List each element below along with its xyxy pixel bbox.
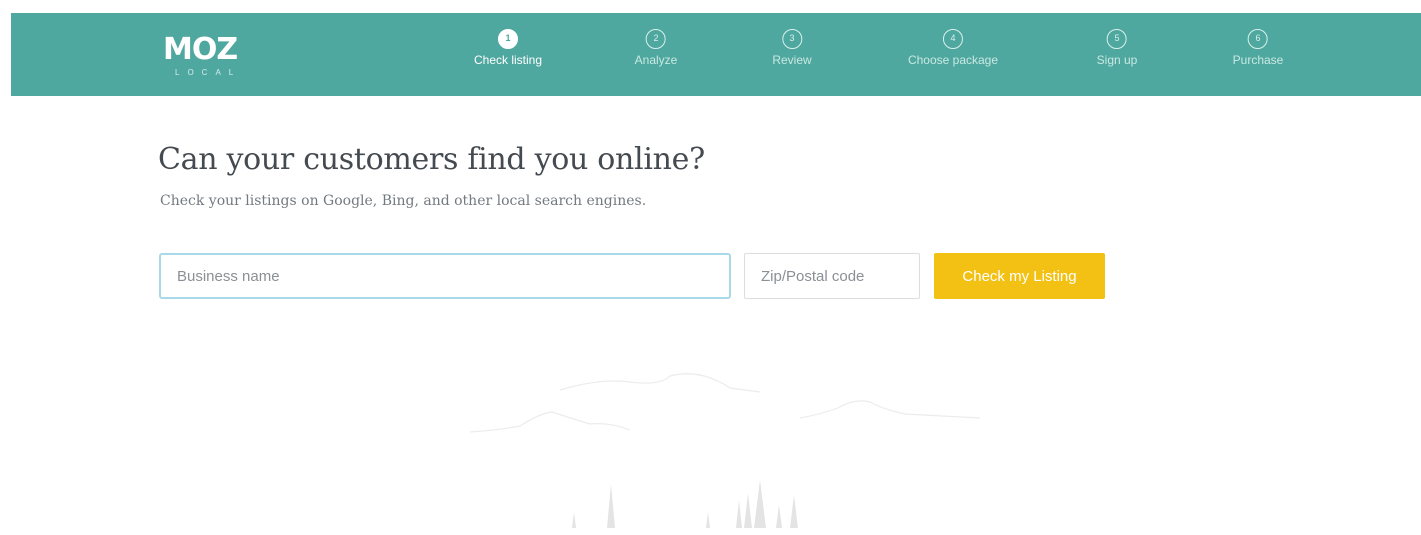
moz-local-logo[interactable]: MOZ LOCAL [163,35,263,81]
step-number-icon: 3 [781,29,802,49]
step-label: Analyze [634,53,678,67]
step-number-icon: 5 [1106,29,1127,49]
page-title: Can your customers find you online? [158,142,705,177]
step-choose-package[interactable]: 4 Choose package [908,29,998,67]
step-label: Purchase [1232,53,1284,67]
logo-brand: MOZ [163,32,238,67]
landscape-illustration [469,373,981,528]
step-number-icon: 4 [942,29,963,49]
step-sign-up[interactable]: 5 Sign up [1096,29,1138,67]
step-review[interactable]: 3 Review [772,29,812,67]
step-label: Check listing [473,53,543,67]
business-name-input[interactable] [159,253,731,299]
step-label: Choose package [907,53,999,67]
page-subtitle: Check your listings on Google, Bing, and… [160,193,647,209]
step-number-icon: 2 [645,29,666,49]
step-number-icon: 6 [1247,29,1268,49]
step-purchase[interactable]: 6 Purchase [1232,29,1284,67]
step-analyze[interactable]: 2 Analyze [634,29,678,67]
step-number-icon: 1 [498,29,518,49]
step-label: Sign up [1096,53,1138,67]
top-header: MOZ LOCAL 1 Check listing 2 Analyze 3 Re… [11,13,1421,96]
step-check-listing[interactable]: 1 Check listing [474,29,542,67]
check-listing-button[interactable]: Check my Listing [934,253,1105,299]
logo-product: LOCAL [175,68,242,77]
step-label: Review [772,53,812,67]
zip-postal-code-input[interactable] [744,253,920,299]
